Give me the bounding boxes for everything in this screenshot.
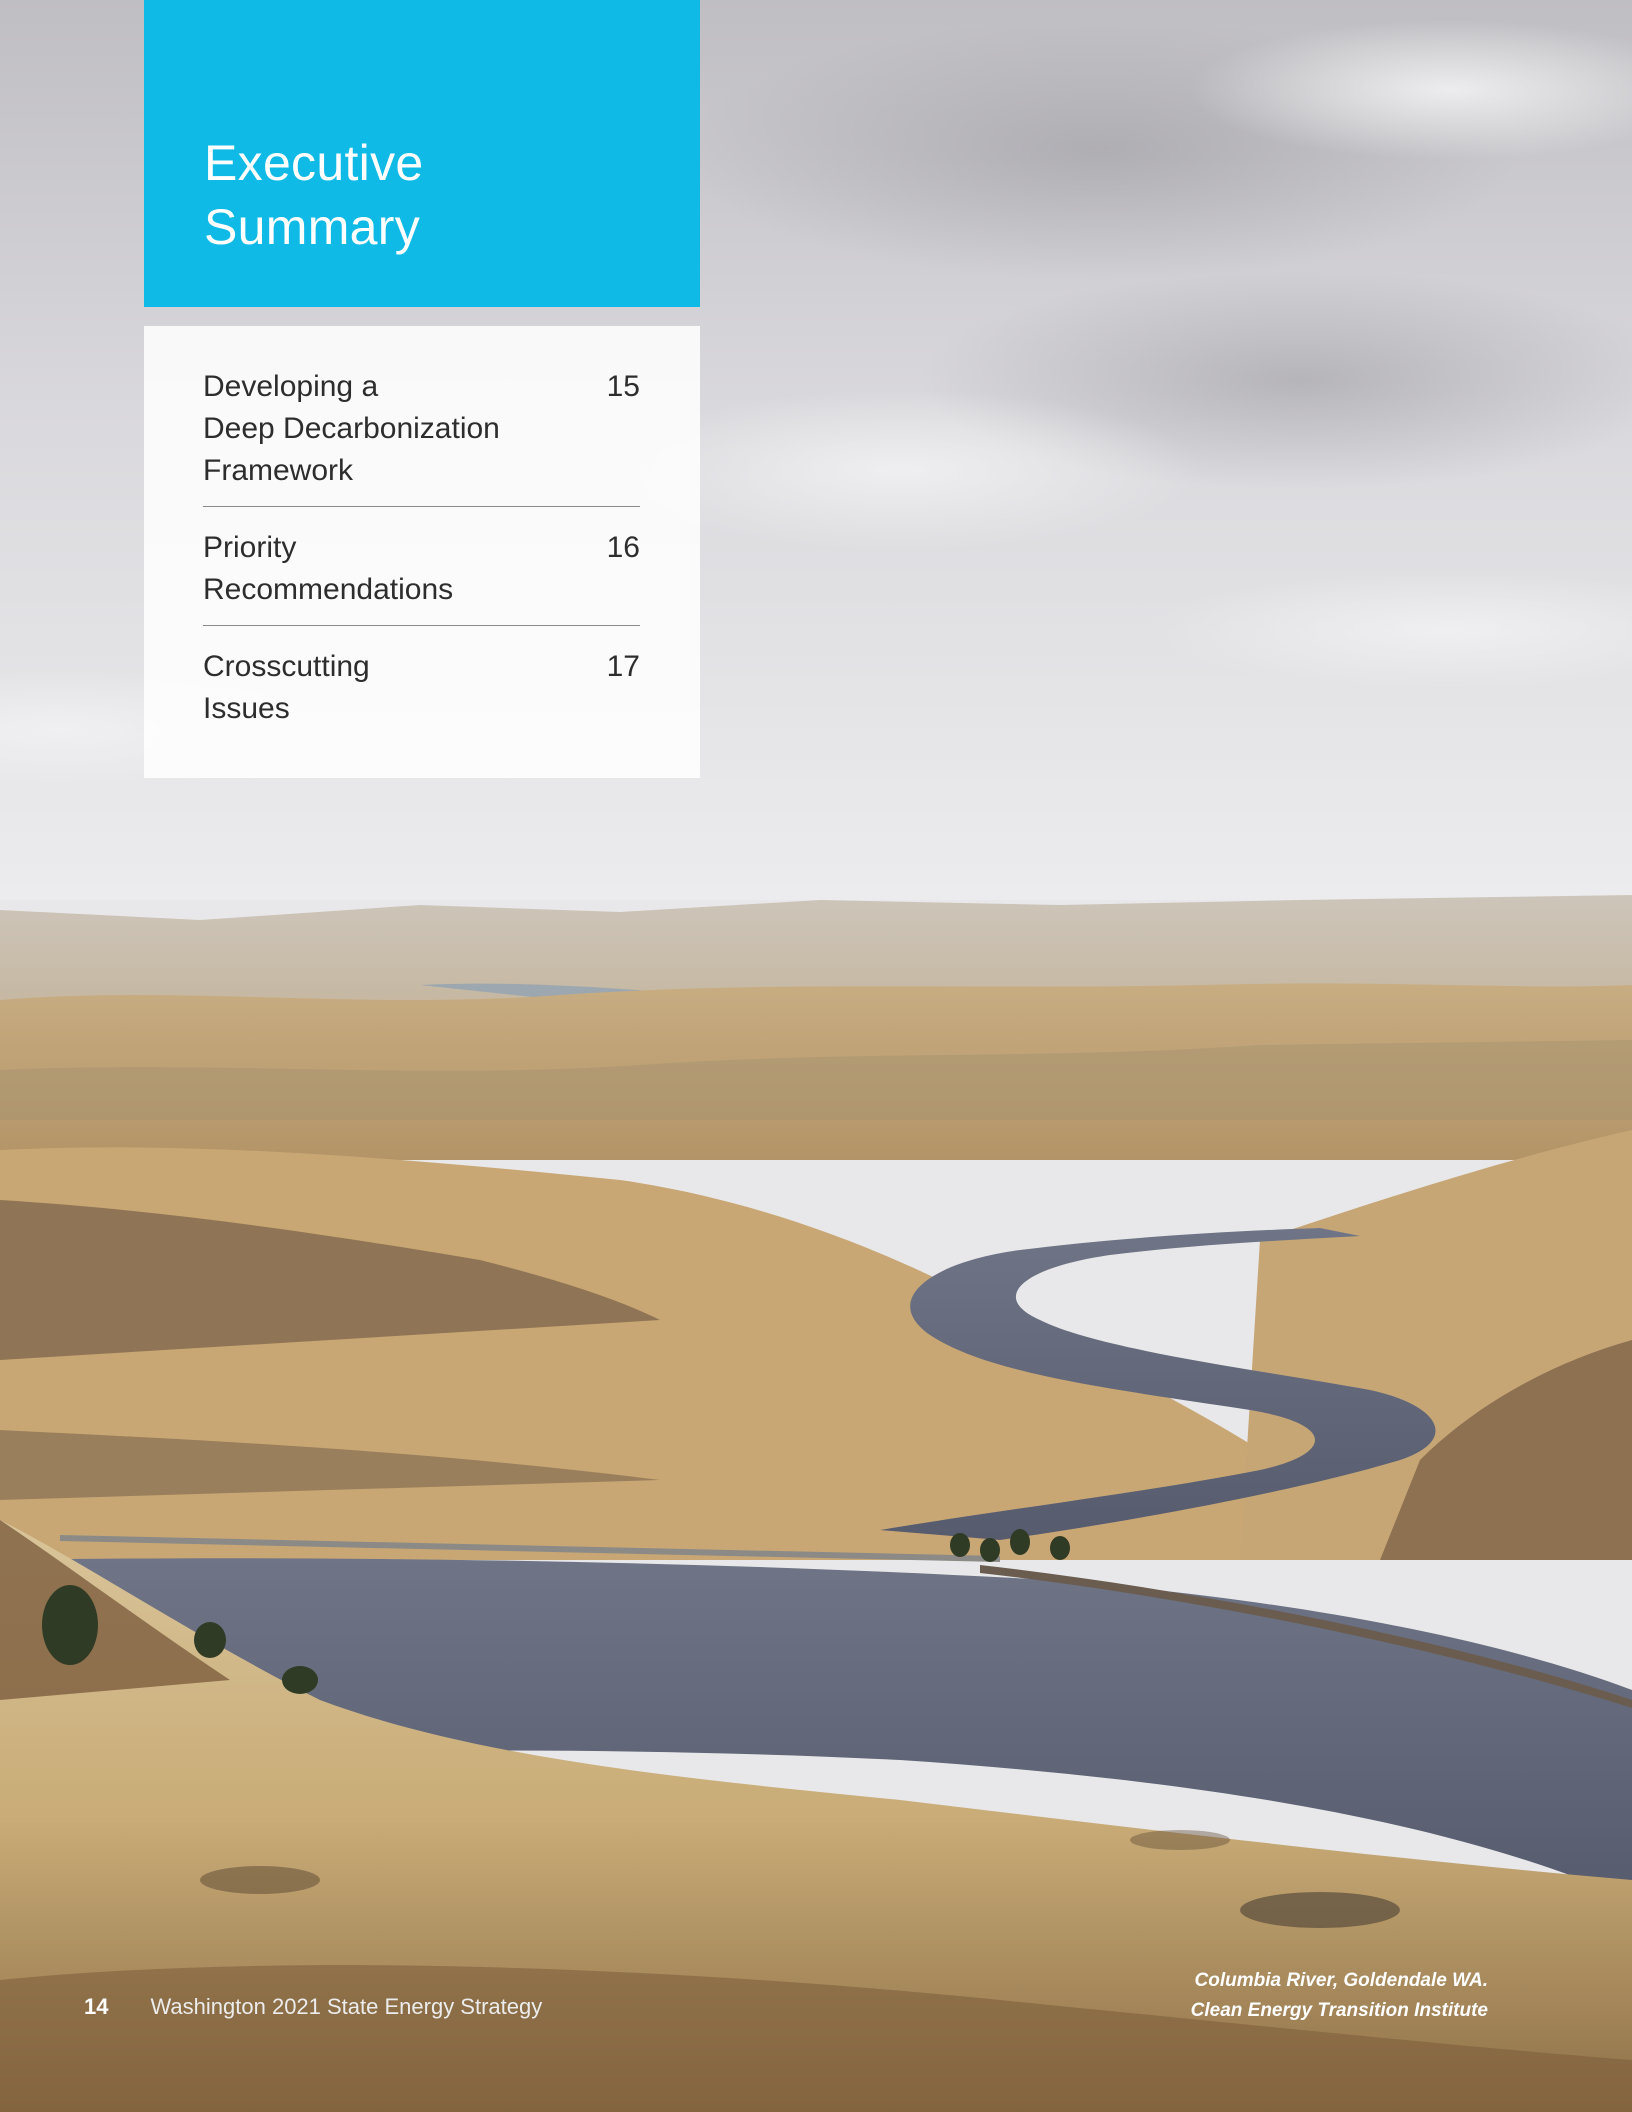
toc-label-line: Deep Decarbonization <box>203 412 500 445</box>
toc-label-line: Developing a <box>203 370 379 403</box>
toc-label-line: Crosscutting <box>203 650 370 683</box>
table-of-contents: Developing a Deep Decarbonization Framew… <box>144 326 700 778</box>
toc-label-line: Framework <box>203 454 354 487</box>
toc-entry-label: Developing a Deep Decarbonization Framew… <box>203 366 500 492</box>
page-footer: 14 Washington 2021 State Energy Strategy <box>84 1994 542 2020</box>
toc-entry-label: Crosscutting Issues <box>203 646 370 730</box>
toc-label-line: Issues <box>203 692 290 725</box>
background-photo <box>0 0 1632 2112</box>
photo-caption: Columbia River, Goldendale WA. Clean Ene… <box>1191 1966 1488 2026</box>
title-line: Summary <box>204 199 421 255</box>
section-title: Executive Summary <box>204 131 700 259</box>
caption-line: Clean Energy Transition Institute <box>1190 2000 1488 2021</box>
toc-label-line: Priority <box>203 531 297 564</box>
toc-label-line: Recommendations <box>203 573 454 606</box>
section-title-block: Executive Summary <box>144 0 700 307</box>
toc-page-number: 15 <box>606 370 640 403</box>
toc-entry-priority-recommendations[interactable]: Priority Recommendations 16 <box>203 527 640 626</box>
document-title: Washington 2021 State Energy Strategy <box>150 1994 543 2019</box>
title-line: Executive <box>204 135 424 191</box>
page-number: 14 <box>84 1994 109 2019</box>
toc-entry-developing-framework[interactable]: Developing a Deep Decarbonization Framew… <box>203 366 640 507</box>
toc-entry-label: Priority Recommendations <box>203 527 453 611</box>
toc-entry-crosscutting-issues[interactable]: Crosscutting Issues 17 <box>203 646 640 744</box>
toc-page-number: 16 <box>606 531 640 564</box>
caption-line: Columbia River, Goldendale WA. <box>1194 1970 1489 1991</box>
toc-page-number: 17 <box>606 650 640 683</box>
